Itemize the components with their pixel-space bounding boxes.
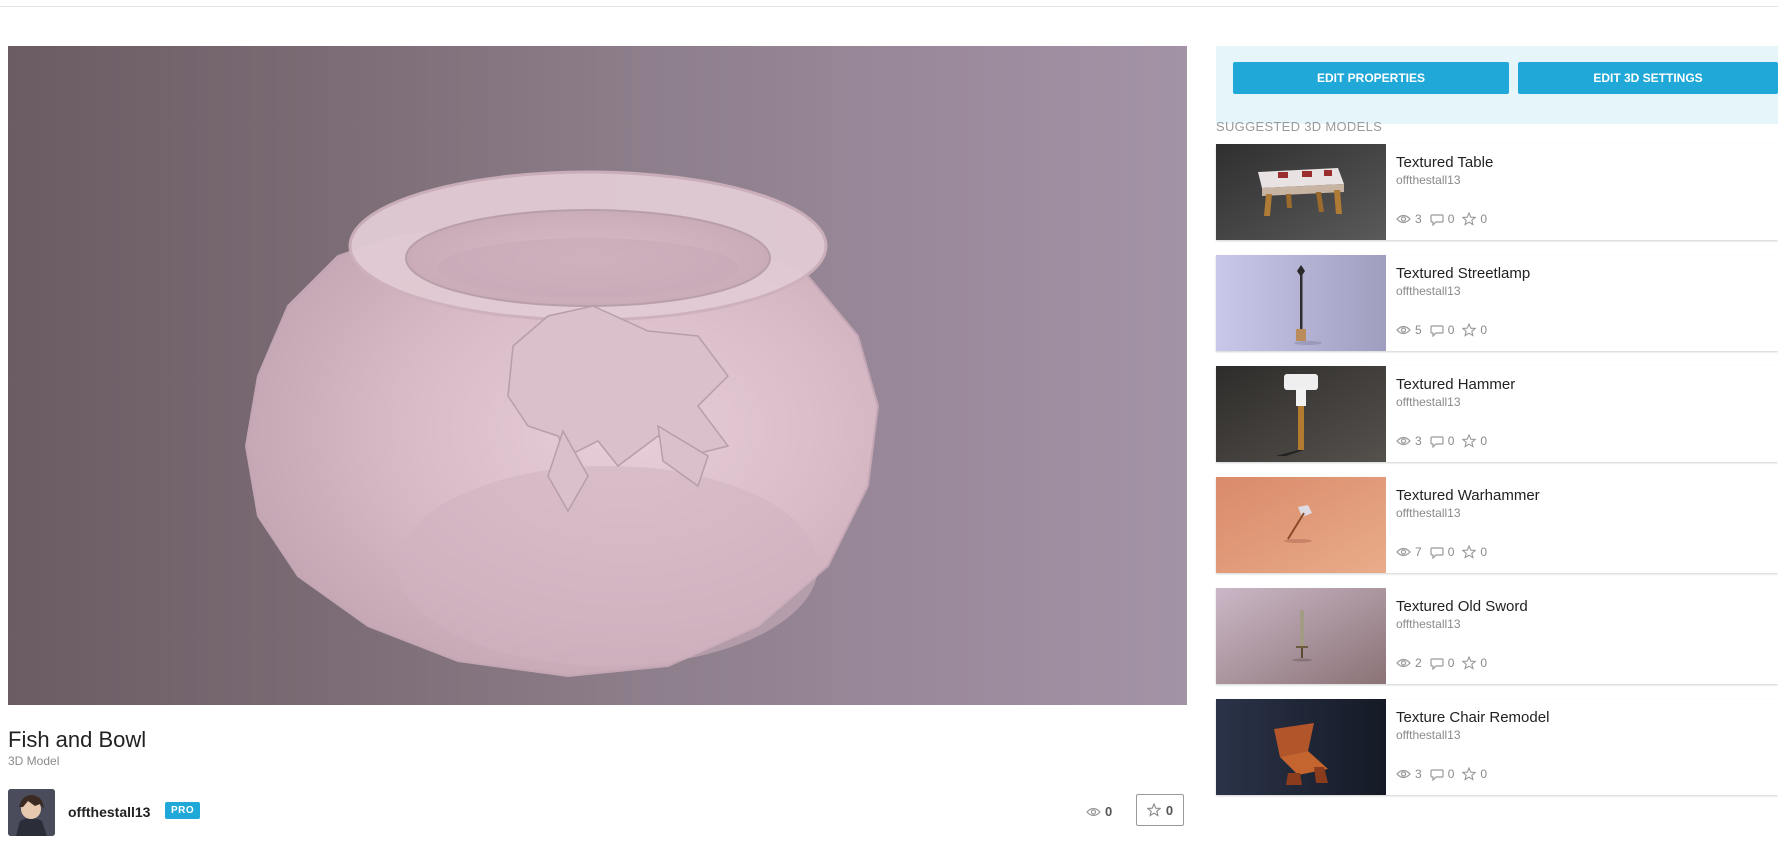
suggested-name[interactable]: Texture Chair Remodel <box>1396 709 1549 726</box>
suggested-card[interactable]: Textured Warhammer offthestall13 7 0 0 <box>1216 477 1778 573</box>
avatar[interactable] <box>8 789 55 836</box>
fish-bowl-render <box>244 170 880 678</box>
comment-icon <box>1430 657 1444 670</box>
suggested-card[interactable]: Textured Hammer offthestall13 3 0 0 <box>1216 366 1778 462</box>
eye-icon <box>1396 547 1411 557</box>
top-divider <box>0 6 1778 7</box>
views-count: 0 <box>1105 804 1113 819</box>
thumbnail[interactable] <box>1216 588 1386 684</box>
eye-icon <box>1396 436 1411 446</box>
thumbnail[interactable] <box>1216 255 1386 351</box>
suggested-card[interactable]: Textured Streetlamp offthestall13 5 0 0 <box>1216 255 1778 351</box>
edit-3d-settings-button[interactable]: EDIT 3D SETTINGS <box>1518 62 1778 94</box>
views-count: 3 <box>1415 767 1422 781</box>
thumbnail[interactable] <box>1216 699 1386 795</box>
star-icon <box>1462 767 1477 781</box>
thumbnail[interactable] <box>1216 366 1386 462</box>
star-icon <box>1462 434 1477 448</box>
stars-count: 0 <box>1480 767 1488 781</box>
suggested-card[interactable]: Texture Chair Remodel offthestall13 3 0 … <box>1216 699 1778 795</box>
pro-badge: PRO <box>165 802 201 819</box>
thumbnail[interactable] <box>1216 144 1386 240</box>
comments-count: 0 <box>1447 212 1455 226</box>
stars-count: 0 <box>1480 545 1488 559</box>
stars-count: 0 <box>1480 323 1488 337</box>
eye-icon <box>1396 214 1411 224</box>
star-icon <box>1462 545 1477 559</box>
views-stat: 0 <box>1086 804 1112 819</box>
comment-icon <box>1430 435 1444 448</box>
views-count: 5 <box>1415 323 1422 337</box>
suggested-author[interactable]: offthestall13 <box>1396 617 1461 631</box>
suggested-name[interactable]: Textured Table <box>1396 154 1493 171</box>
star-icon <box>1462 656 1477 670</box>
comment-icon <box>1430 213 1444 226</box>
suggested-author[interactable]: offthestall13 <box>1396 506 1461 520</box>
comments-count: 0 <box>1447 545 1455 559</box>
eye-icon <box>1086 807 1101 816</box>
views-count: 3 <box>1415 434 1422 448</box>
comment-icon <box>1430 324 1444 337</box>
owner-row: offthestall13 PRO 0 0 <box>8 789 1188 836</box>
star-icon <box>1462 212 1477 226</box>
eye-icon <box>1396 769 1411 779</box>
suggested-stats: 3 0 0 <box>1396 767 1495 781</box>
model-type-label: 3D Model <box>8 754 60 768</box>
eye-icon <box>1396 658 1411 668</box>
stars-count: 0 <box>1165 802 1174 818</box>
views-count: 2 <box>1415 656 1422 670</box>
comments-count: 0 <box>1447 434 1455 448</box>
suggested-author[interactable]: offthestall13 <box>1396 395 1461 409</box>
comment-icon <box>1430 546 1444 559</box>
owner-name[interactable]: offthestall13 <box>68 804 150 820</box>
suggested-author[interactable]: offthestall13 <box>1396 284 1461 298</box>
suggested-name[interactable]: Textured Warhammer <box>1396 487 1540 504</box>
edit-properties-button[interactable]: EDIT PROPERTIES <box>1233 62 1509 94</box>
suggested-card[interactable]: Textured Table offthestall13 3 0 0 <box>1216 144 1778 240</box>
suggested-heading: SUGGESTED 3D MODELS <box>1216 119 1383 134</box>
stars-count: 0 <box>1480 656 1488 670</box>
suggested-card[interactable]: Textured Old Sword offthestall13 2 0 0 <box>1216 588 1778 684</box>
star-button[interactable]: 0 <box>1136 794 1184 826</box>
star-icon <box>1462 323 1477 337</box>
comments-count: 0 <box>1447 656 1455 670</box>
comment-icon <box>1430 768 1444 781</box>
eye-icon <box>1396 325 1411 335</box>
suggested-stats: 7 0 0 <box>1396 545 1495 559</box>
suggested-stats: 3 0 0 <box>1396 434 1495 448</box>
suggested-stats: 5 0 0 <box>1396 323 1495 337</box>
stars-count: 0 <box>1480 212 1488 226</box>
suggested-stats: 2 0 0 <box>1396 656 1495 670</box>
model-viewer[interactable] <box>8 46 1187 705</box>
stars-count: 0 <box>1480 434 1488 448</box>
comments-count: 0 <box>1447 323 1455 337</box>
suggested-stats: 3 0 0 <box>1396 212 1495 226</box>
suggested-author[interactable]: offthestall13 <box>1396 728 1461 742</box>
views-count: 7 <box>1415 545 1422 559</box>
thumbnail[interactable] <box>1216 477 1386 573</box>
views-count: 3 <box>1415 212 1422 226</box>
suggested-author[interactable]: offthestall13 <box>1396 173 1461 187</box>
suggested-name[interactable]: Textured Streetlamp <box>1396 265 1530 282</box>
model-title: Fish and Bowl <box>8 727 147 752</box>
suggested-name[interactable]: Textured Hammer <box>1396 376 1515 393</box>
comments-count: 0 <box>1447 767 1455 781</box>
star-icon <box>1146 803 1161 817</box>
suggested-name[interactable]: Textured Old Sword <box>1396 598 1528 615</box>
